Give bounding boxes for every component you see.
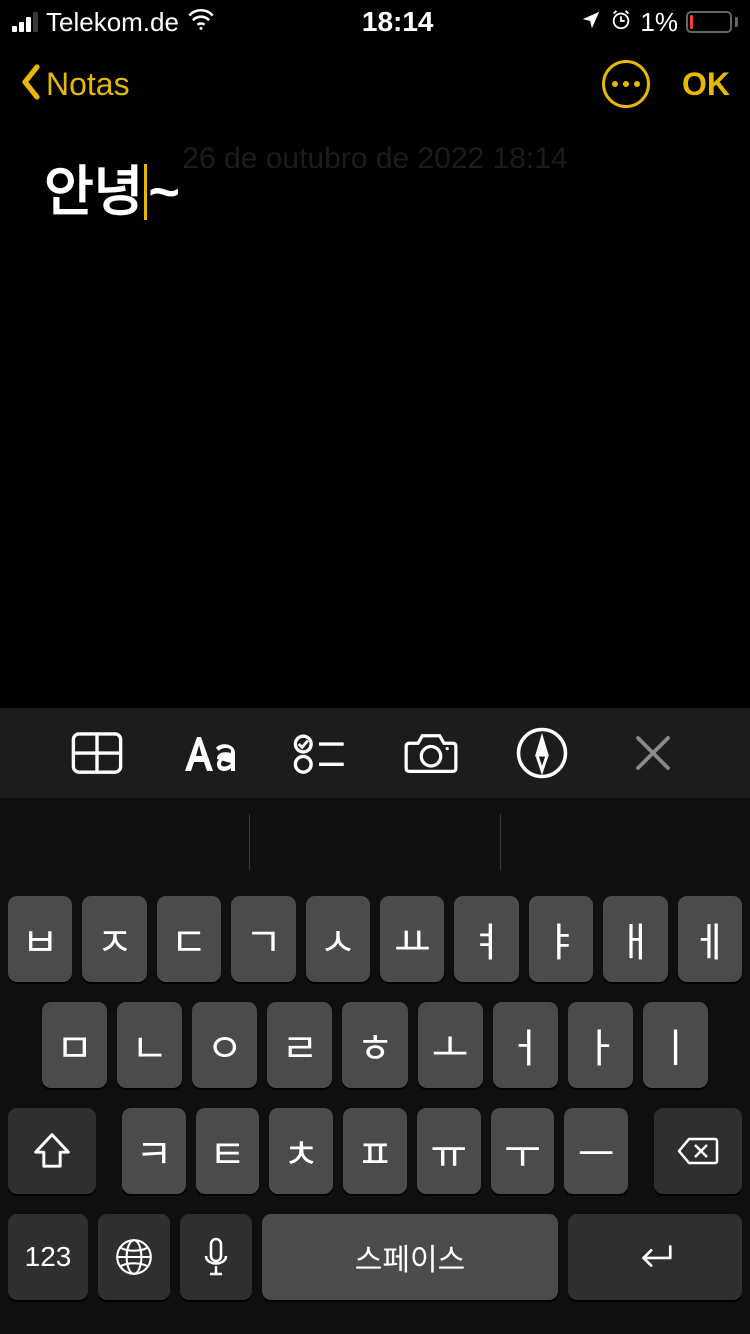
keyboard-row-3: ㅋ ㅌ ㅊ ㅍ ㅠ ㅜ ㅡ <box>8 1108 742 1194</box>
prediction-slot[interactable] <box>249 814 499 870</box>
note-toolbar <box>0 708 750 798</box>
key[interactable]: ㅇ <box>192 1002 257 1088</box>
space-key[interactable]: 스페이스 <box>262 1214 558 1300</box>
carrier-label: Telekom.de <box>46 7 179 38</box>
table-icon[interactable] <box>70 726 124 780</box>
key[interactable]: ㄱ <box>231 896 295 982</box>
key[interactable]: ㅑ <box>529 896 593 982</box>
cellular-signal-icon <box>12 12 38 32</box>
prediction-slot[interactable] <box>500 814 750 870</box>
dot-icon <box>623 81 629 87</box>
prediction-bar <box>0 798 750 886</box>
key[interactable]: ㅐ <box>603 896 667 982</box>
backspace-key[interactable] <box>654 1108 742 1194</box>
markup-icon[interactable] <box>515 726 569 780</box>
prediction-slot[interactable] <box>0 814 249 870</box>
dot-icon <box>612 81 618 87</box>
wifi-icon <box>187 7 215 38</box>
key[interactable]: ㅗ <box>418 1002 483 1088</box>
key[interactable]: ㅕ <box>454 896 518 982</box>
chevron-left-icon <box>20 64 42 105</box>
key[interactable]: ㄷ <box>157 896 221 982</box>
back-button[interactable]: Notas <box>20 64 130 105</box>
key[interactable]: ㅡ <box>564 1108 628 1194</box>
dot-icon <box>634 81 640 87</box>
key[interactable]: ㅛ <box>380 896 444 982</box>
close-icon[interactable] <box>626 726 680 780</box>
status-time: 18:14 <box>362 6 434 38</box>
done-button[interactable]: OK <box>682 66 730 103</box>
key[interactable]: ㅏ <box>568 1002 633 1088</box>
key[interactable]: ㅅ <box>306 896 370 982</box>
keyboard-row-2: ㅁ ㄴ ㅇ ㄹ ㅎ ㅗ ㅓ ㅏ ㅣ <box>8 1002 742 1088</box>
key[interactable]: ㄹ <box>267 1002 332 1088</box>
key[interactable]: ㅔ <box>678 896 742 982</box>
key[interactable]: ㅓ <box>493 1002 558 1088</box>
return-key[interactable] <box>568 1214 742 1300</box>
keyboard-row-4: 123 스페이스 <box>8 1214 742 1300</box>
alarm-icon <box>610 7 632 38</box>
battery-icon <box>686 11 738 33</box>
nav-bar: Notas OK <box>0 44 750 124</box>
key[interactable]: ㅁ <box>42 1002 107 1088</box>
back-label: Notas <box>46 66 130 103</box>
keyboard: ㅂ ㅈ ㄷ ㄱ ㅅ ㅛ ㅕ ㅑ ㅐ ㅔ ㅁ ㄴ ㅇ ㄹ ㅎ ㅗ ㅓ ㅏ ㅣ <box>0 798 750 1334</box>
location-icon <box>580 7 602 38</box>
note-editor[interactable]: 26 de outubro de 2022 18:14 안녕~ <box>0 160 750 225</box>
key[interactable]: ㅣ <box>643 1002 708 1088</box>
numbers-key[interactable]: 123 <box>8 1214 88 1300</box>
key[interactable]: ㅌ <box>196 1108 260 1194</box>
dictation-key[interactable] <box>180 1214 252 1300</box>
key[interactable]: ㅈ <box>82 896 146 982</box>
key[interactable]: ㅊ <box>269 1108 333 1194</box>
key[interactable]: ㄴ <box>117 1002 182 1088</box>
key[interactable]: ㅎ <box>342 1002 407 1088</box>
key[interactable]: ㅜ <box>491 1108 555 1194</box>
status-bar: Telekom.de 18:14 1% <box>0 0 750 44</box>
text-format-icon[interactable] <box>181 726 235 780</box>
key[interactable]: ㅠ <box>417 1108 481 1194</box>
more-button[interactable] <box>602 60 650 108</box>
shift-key[interactable] <box>8 1108 96 1194</box>
keyboard-row-1: ㅂ ㅈ ㄷ ㄱ ㅅ ㅛ ㅕ ㅑ ㅐ ㅔ <box>8 896 742 982</box>
note-timestamp: 26 de outubro de 2022 18:14 <box>0 142 750 176</box>
battery-percent: 1% <box>640 7 678 38</box>
key[interactable]: ㅍ <box>343 1108 407 1194</box>
globe-key[interactable] <box>98 1214 170 1300</box>
key[interactable]: ㅂ <box>8 896 72 982</box>
camera-icon[interactable] <box>404 726 458 780</box>
key[interactable]: ㅋ <box>122 1108 186 1194</box>
checklist-icon[interactable] <box>292 726 346 780</box>
